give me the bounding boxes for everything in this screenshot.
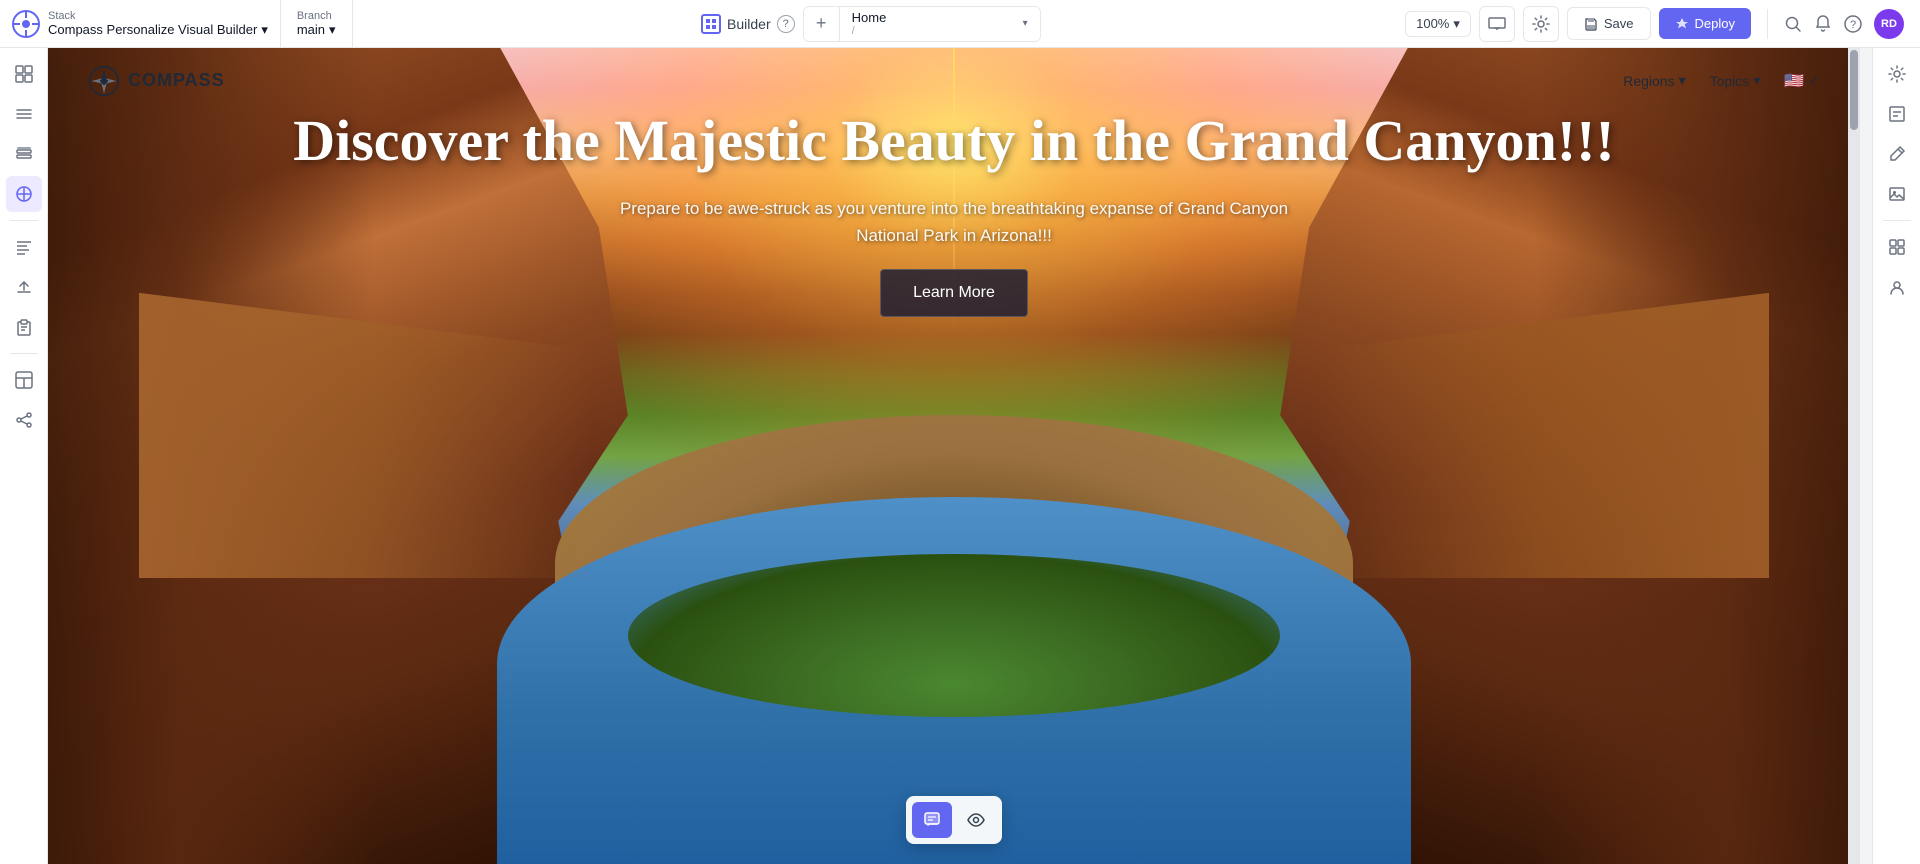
- save-label: Save: [1604, 16, 1634, 31]
- sidebar-item-components[interactable]: [6, 176, 42, 212]
- settings-button[interactable]: [1523, 6, 1559, 42]
- sidebar-item-grid[interactable]: [6, 56, 42, 92]
- eye-tool-button[interactable]: [956, 802, 996, 838]
- sidebar-item-menu[interactable]: [6, 96, 42, 132]
- right-divider-1: [1883, 220, 1911, 221]
- branch-chevron-icon: ▾: [329, 22, 336, 38]
- sidebar-divider-1: [10, 220, 38, 221]
- page-selector[interactable]: Home / ▾: [840, 7, 1040, 41]
- right-sidebar-personalize[interactable]: [1879, 269, 1915, 305]
- page-select-text: Home /: [852, 10, 887, 37]
- zoom-control[interactable]: 100% ▾: [1405, 11, 1471, 37]
- stack-chevron-icon: ▾: [261, 22, 268, 38]
- builder-section: Builder ? + Home / ▾: [353, 6, 1390, 42]
- desktop-preview-button[interactable]: [1479, 6, 1515, 42]
- add-page-button[interactable]: +: [804, 7, 840, 41]
- right-sidebar: [1872, 48, 1920, 864]
- compass-logo-svg: [88, 65, 120, 97]
- sidebar-item-layers[interactable]: [6, 136, 42, 172]
- flag-icon: 🇺🇸: [1784, 71, 1804, 91]
- sidebar-item-clipboard[interactable]: [6, 309, 42, 345]
- page-path: /: [852, 25, 887, 37]
- sidebar-item-connections[interactable]: [6, 402, 42, 438]
- stack-label: Stack: [48, 10, 268, 22]
- canvas-area: COMPASS Regions ▾ Topics ▾ 🇺🇸 ✓ Discover: [48, 48, 1872, 864]
- nav-regions[interactable]: Regions ▾: [1623, 72, 1685, 89]
- regions-chevron-icon: ▾: [1679, 72, 1686, 89]
- save-button[interactable]: Save: [1567, 7, 1651, 40]
- zoom-level: 100%: [1416, 16, 1449, 31]
- site-logo: COMPASS: [88, 65, 225, 97]
- page-name: Home: [852, 10, 887, 25]
- right-sidebar-settings[interactable]: [1879, 56, 1915, 92]
- notifications-icon[interactable]: [1814, 15, 1832, 33]
- sidebar-item-layout[interactable]: [6, 362, 42, 398]
- nav-topics[interactable]: Topics ▾: [1710, 72, 1761, 89]
- stack-info: Stack Compass Personalize Visual Builder…: [48, 10, 268, 38]
- builder-text: Builder: [727, 16, 771, 32]
- top-bar-right: 100% ▾ Save: [1389, 6, 1767, 42]
- site-nav: COMPASS Regions ▾ Topics ▾ 🇺🇸 ✓: [48, 48, 1860, 113]
- zoom-chevron-icon: ▾: [1453, 16, 1460, 32]
- branch-label: Branch: [297, 10, 336, 22]
- topics-chevron-icon: ▾: [1753, 72, 1760, 89]
- help-question-icon[interactable]: ?: [1844, 15, 1862, 33]
- right-sidebar-content[interactable]: [1879, 96, 1915, 132]
- svg-text:?: ?: [1850, 19, 1856, 31]
- deploy-button[interactable]: Deploy: [1659, 8, 1751, 39]
- help-icon[interactable]: ?: [777, 15, 795, 33]
- page-controls: + Home / ▾: [803, 6, 1041, 42]
- sidebar-item-upload[interactable]: [6, 269, 42, 305]
- search-icon[interactable]: [1784, 15, 1802, 33]
- sidebar-divider-2: [10, 353, 38, 354]
- top-bar: Stack Compass Personalize Visual Builder…: [0, 0, 1920, 48]
- language-chevron-icon: ✓: [1808, 72, 1820, 89]
- website-preview: COMPASS Regions ▾ Topics ▾ 🇺🇸 ✓ Discover: [48, 48, 1860, 864]
- app-logo-icon: [12, 10, 40, 38]
- nav-language[interactable]: 🇺🇸 ✓: [1784, 71, 1820, 91]
- sidebar-item-typography[interactable]: [6, 229, 42, 265]
- branch-selector[interactable]: main ▾: [297, 22, 336, 38]
- builder-label-group: Builder ?: [701, 14, 795, 34]
- right-sidebar-image[interactable]: [1879, 176, 1915, 212]
- branch-section: Branch main ▾: [281, 0, 353, 47]
- learn-more-button[interactable]: Learn More: [880, 269, 1028, 317]
- right-sidebar-component[interactable]: [1879, 229, 1915, 265]
- page-chevron-icon: ▾: [1023, 18, 1028, 29]
- deploy-label: Deploy: [1695, 16, 1735, 31]
- stack-name[interactable]: Compass Personalize Visual Builder ▾: [48, 22, 268, 38]
- stack-branch-section: Stack Compass Personalize Visual Builder…: [0, 0, 281, 47]
- hero-title: Discover the Majestic Beauty in the Gran…: [293, 108, 1615, 175]
- hero-subtitle: Prepare to be awe-struck as you venture …: [604, 195, 1304, 249]
- user-avatar[interactable]: RD: [1874, 9, 1904, 39]
- right-sidebar-edit[interactable]: [1879, 136, 1915, 172]
- hero-content: Discover the Majestic Beauty in the Gran…: [48, 108, 1860, 317]
- site-logo-text: COMPASS: [128, 70, 225, 91]
- comment-tool-button[interactable]: [912, 802, 952, 838]
- builder-icon: [701, 14, 721, 34]
- left-sidebar: [0, 48, 48, 864]
- bottom-toolbar: [906, 796, 1002, 844]
- top-bar-icons: ? RD: [1767, 9, 1920, 39]
- site-nav-right: Regions ▾ Topics ▾ 🇺🇸 ✓: [1623, 71, 1820, 91]
